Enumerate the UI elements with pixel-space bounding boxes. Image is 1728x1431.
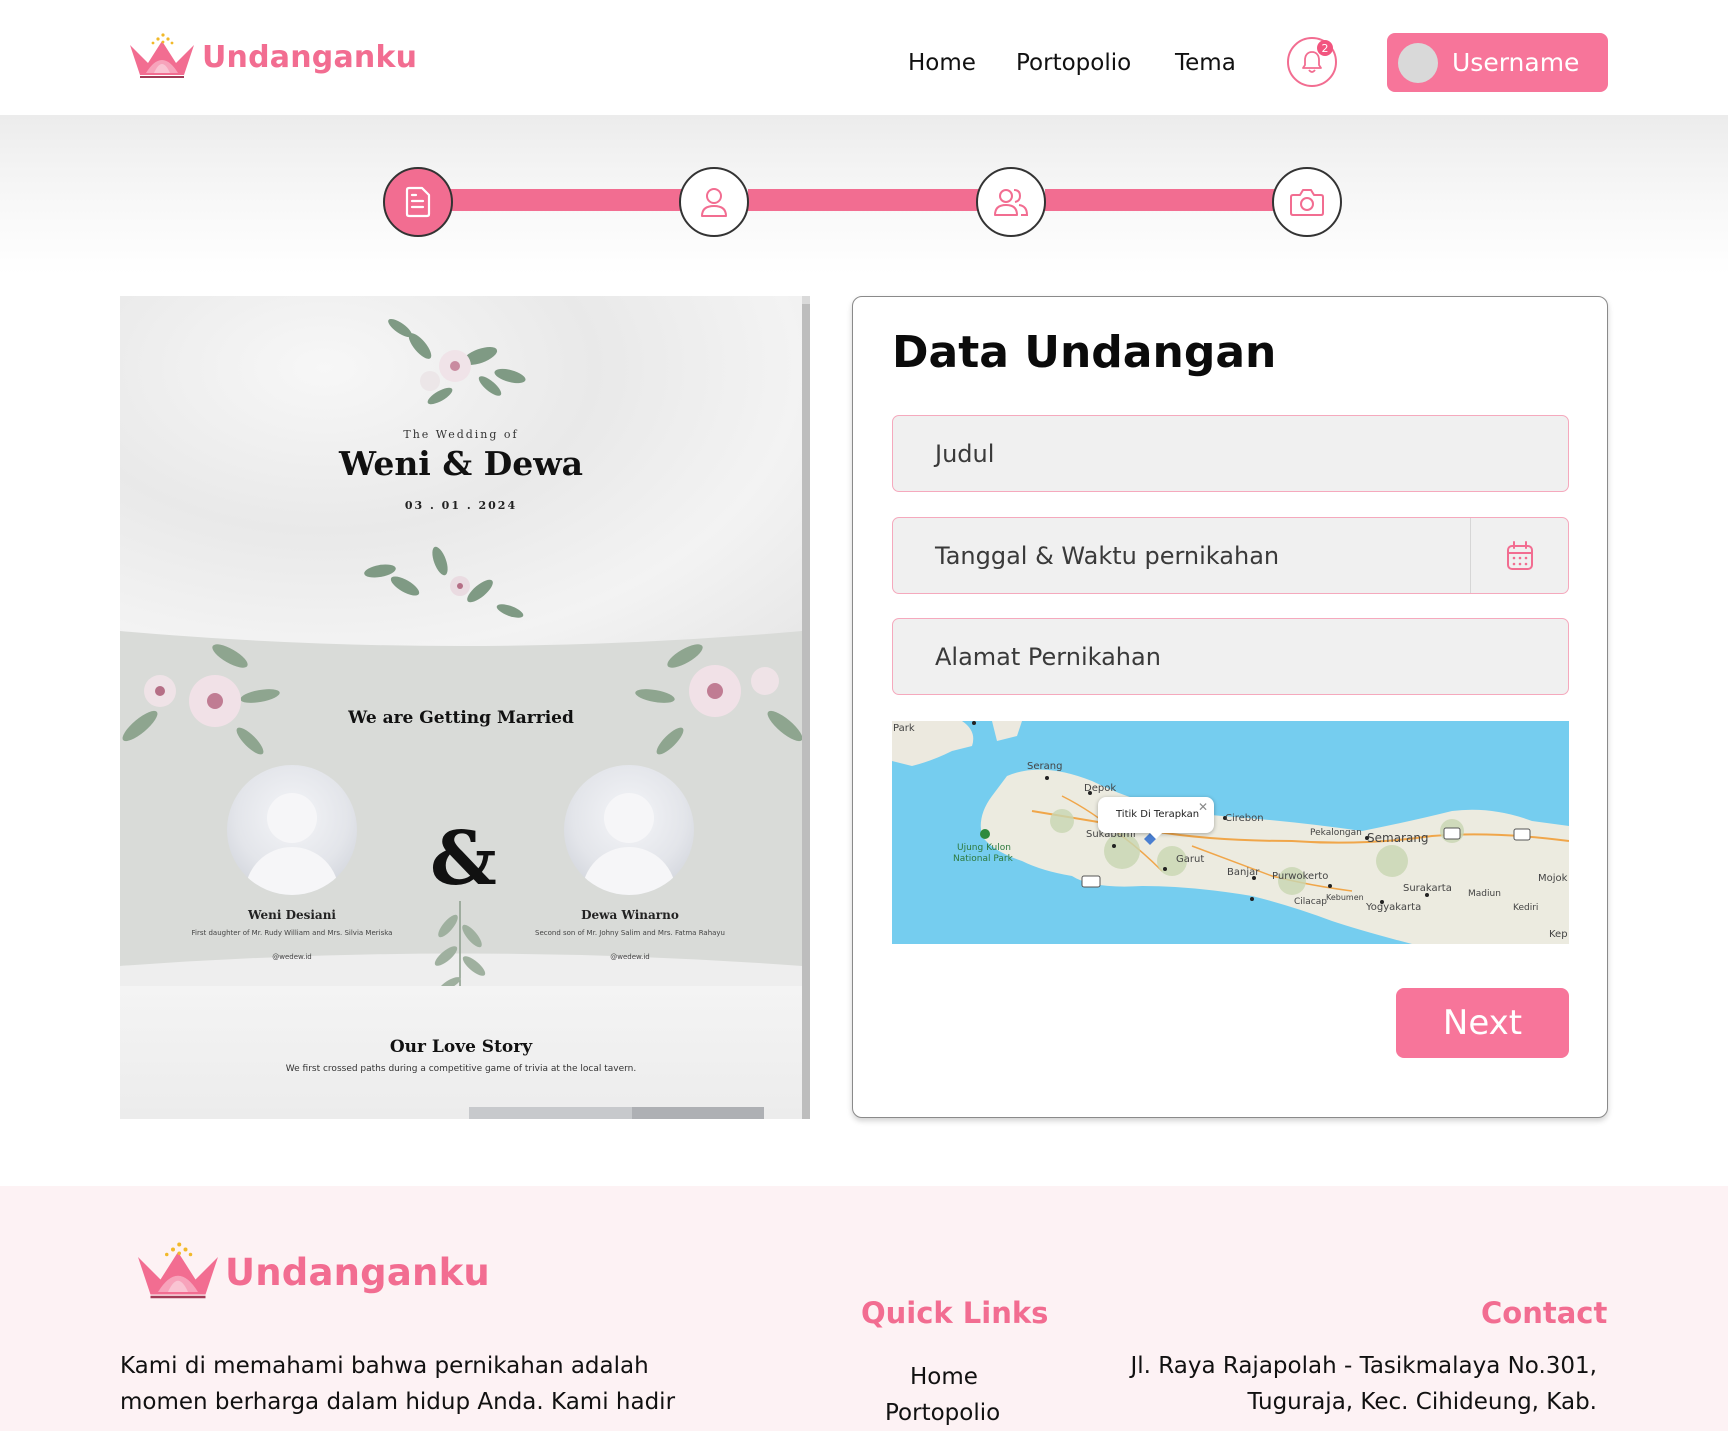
map-label: Semarang <box>1367 831 1429 845</box>
alamat-pernikahan-input[interactable]: Alamat Pernikahan <box>892 618 1569 695</box>
map-label: Depok <box>1084 783 1117 794</box>
map-label: Park <box>893 723 915 734</box>
footer-brand-name: Undanganku <box>225 1250 490 1294</box>
step-keluarga[interactable] <box>976 167 1046 237</box>
love-story-text: We first crossed paths during a competit… <box>285 1064 637 1074</box>
avatar <box>1398 42 1438 83</box>
groom-instagram: @wedew.id <box>610 953 650 961</box>
wedding-subtitle: The Wedding of <box>403 428 519 441</box>
map-popup-text: Titik Di Terapkan <box>1116 809 1200 820</box>
footer-link-home[interactable]: Home <box>910 1364 1120 1390</box>
ampersand: & <box>430 816 497 902</box>
popup-close-icon[interactable]: ✕ <box>1198 800 1208 814</box>
contact-heading: Contact <box>1481 1296 1608 1330</box>
contact-address: Jl. Raya Rajapolah - Tasikmalaya No.301,… <box>1130 1353 1597 1415</box>
bride-parents: First daughter of Mr. Rudy William and M… <box>191 929 393 937</box>
data-undangan-form: Data Undangan Judul Tanggal & Waktu pern… <box>852 296 1608 1118</box>
map-marker-popup: Titik Di Terapkan ✕ <box>1098 797 1214 839</box>
stepper-connector <box>450 189 682 211</box>
nav-home[interactable]: Home <box>908 50 976 76</box>
judul-placeholder: Judul <box>935 440 995 468</box>
bride-photo <box>227 765 357 895</box>
calendar-icon <box>1506 540 1533 570</box>
map-label: Yogyakarta <box>1366 902 1422 913</box>
love-story-heading: Our Love Story <box>389 1037 533 1057</box>
preview-bottom-tabs <box>469 1107 764 1119</box>
camera-icon <box>1290 189 1324 216</box>
map-label: Pekalongan <box>1310 828 1362 838</box>
user-icon <box>701 188 727 217</box>
user-menu-button[interactable]: Username <box>1387 33 1608 92</box>
notification-button[interactable]: 2 <box>1287 37 1337 87</box>
couple-names: Weni & Dewa <box>338 444 584 483</box>
location-map[interactable]: Park Serang Depok Cirebon Pekalongan Sem… <box>892 721 1569 944</box>
step-mempelai[interactable] <box>679 167 749 237</box>
next-button[interactable]: Next <box>1396 988 1569 1058</box>
step-galeri[interactable] <box>1272 167 1342 237</box>
map-label: Surakarta <box>1403 883 1452 894</box>
map-label: Kediri <box>1513 903 1539 913</box>
bride-instagram: @wedew.id <box>272 953 312 961</box>
quick-links-heading: Quick Links <box>861 1296 1049 1330</box>
floral-right-decoration <box>635 644 803 755</box>
groom-name: Dewa Winarno <box>581 908 679 922</box>
footer: Undanganku Kami di memahami bahwa pernik… <box>0 1186 1728 1431</box>
groom-parents: Second son of Mr. Johny Salim and Mrs. F… <box>535 929 725 937</box>
map-landmass <box>892 721 1569 944</box>
groom-photo <box>564 765 694 895</box>
footer-link-portopolio[interactable]: Portopolio <box>885 1400 1095 1426</box>
map-label: Mojok <box>1538 873 1568 884</box>
invitation-preview[interactable]: The Wedding of Weni & Dewa 03 . 01 . 202… <box>120 296 810 1119</box>
lotus-crown-icon <box>138 1242 218 1299</box>
map-label: Cirebon <box>1225 813 1264 824</box>
map-label: Purwokerto <box>1272 871 1329 882</box>
floral-middle-decoration <box>364 546 524 618</box>
document-icon <box>405 186 431 218</box>
tanggal-placeholder: Tanggal & Waktu pernikahan <box>935 542 1280 570</box>
map-label: Cilacap <box>1294 897 1327 907</box>
map-label: Ujung Kulon <box>957 843 1011 853</box>
floral-top-decoration <box>388 318 526 405</box>
nav-portopolio[interactable]: Portopolio <box>1016 50 1131 76</box>
wedding-date: 03 . 01 . 2024 <box>404 499 518 512</box>
map-label: Banjar <box>1227 867 1260 878</box>
alamat-placeholder: Alamat Pernikahan <box>935 643 1161 671</box>
map-label: Madiun <box>1468 889 1501 899</box>
step-data-undangan[interactable] <box>383 167 453 237</box>
notification-badge: 2 <box>1317 40 1333 56</box>
stepper-connector <box>748 189 980 211</box>
footer-brand-logo[interactable]: Undanganku <box>133 1242 490 1302</box>
tanggal-waktu-input[interactable]: Tanggal & Waktu pernikahan <box>892 517 1569 594</box>
form-title: Data Undangan <box>892 327 1277 378</box>
brand-name: Undanganku <box>202 39 418 75</box>
brand-logo[interactable]: Undanganku <box>126 32 417 82</box>
stepper-connector <box>1045 189 1277 211</box>
preview-scrollbar[interactable] <box>802 296 810 1119</box>
map-label: Kebumen <box>1326 893 1364 902</box>
nav-tema[interactable]: Tema <box>1175 50 1236 76</box>
top-navbar: Undanganku Home Portopolio Tema 2 Userna… <box>0 0 1728 115</box>
date-picker-button[interactable] <box>1470 518 1568 593</box>
map-label: National Park <box>953 854 1013 864</box>
username-label: Username <box>1452 48 1580 77</box>
footer-about-text: Kami di memahami bahwa pernikahan adalah… <box>120 1353 676 1415</box>
lotus-crown-icon <box>130 33 194 78</box>
map-label: Kep <box>1549 929 1568 940</box>
judul-input[interactable]: Judul <box>892 415 1569 492</box>
getting-married-heading: We are Getting Married <box>348 708 574 728</box>
map-label: Garut <box>1176 854 1205 865</box>
map-label: Serang <box>1027 761 1063 772</box>
couple-icon <box>994 189 1029 216</box>
floral-left-decoration <box>122 644 280 755</box>
bride-name: Weni Desiani <box>247 908 336 922</box>
